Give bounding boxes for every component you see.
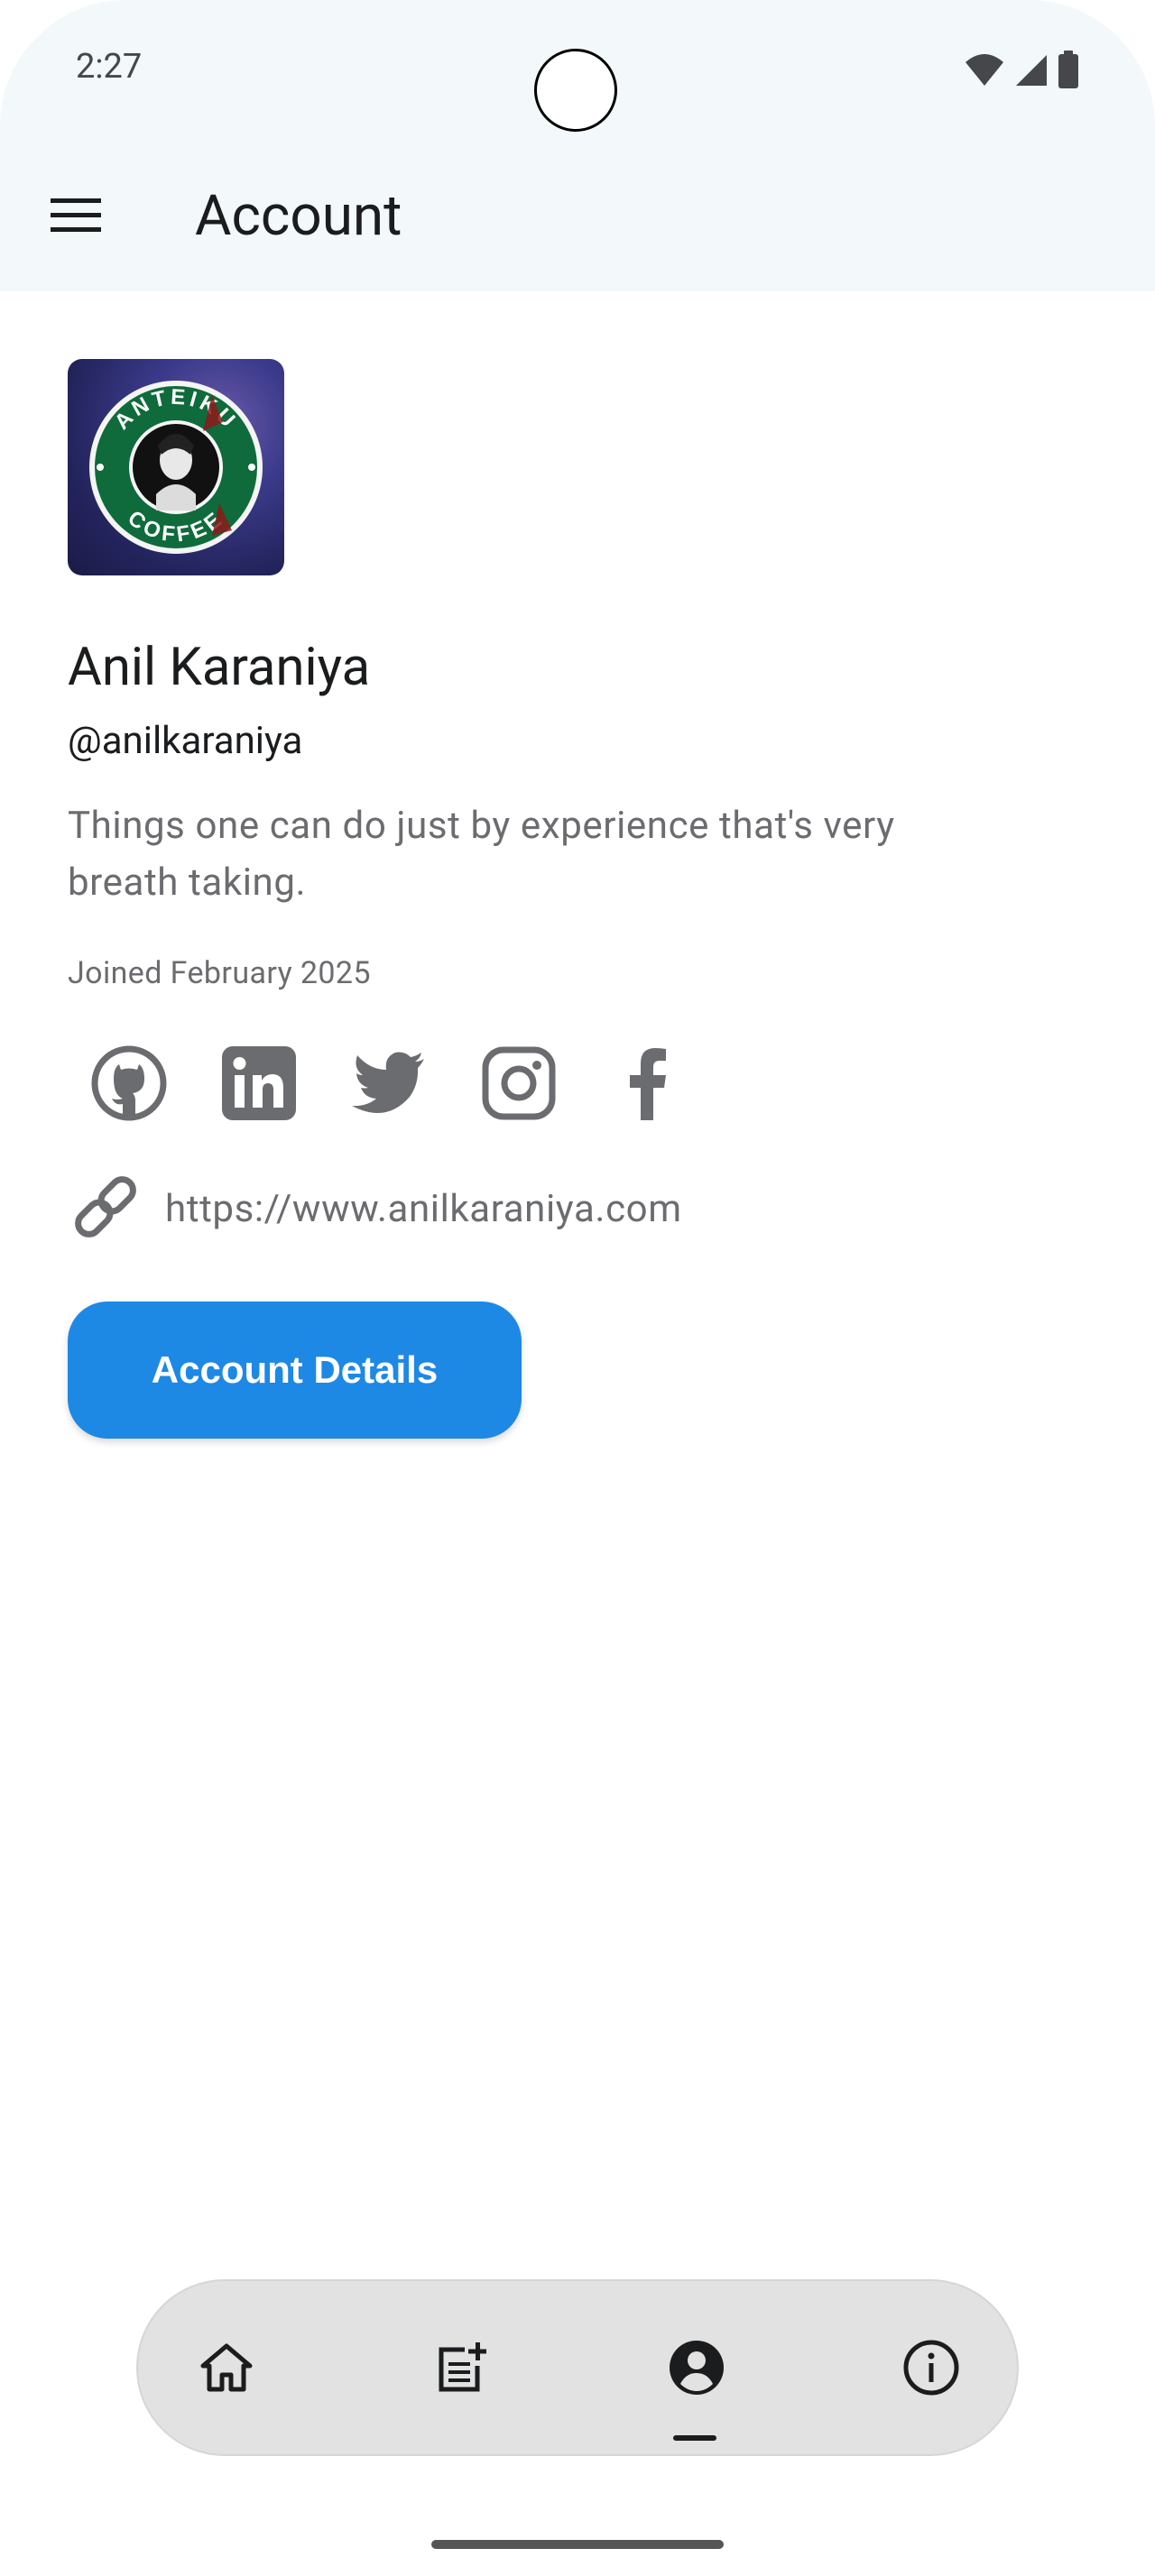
joined-date: Joined February 2025	[68, 955, 371, 991]
website-url: https://www.anilkaraniya.com	[165, 1186, 682, 1231]
gesture-home-bar[interactable]	[431, 2540, 724, 2549]
github-link[interactable]	[90, 1044, 168, 1126]
profile-bio: Things one can do just by experience tha…	[68, 804, 895, 905]
phone-screen: 2:27 Account ANTEI U COFFEE Anil Karaniy…	[0, 0, 1155, 2576]
top-app-area	[0, 0, 1155, 291]
github-icon	[90, 1044, 168, 1126]
instagram-icon	[480, 1044, 558, 1126]
instagram-link[interactable]	[480, 1046, 558, 1124]
twitter-link[interactable]	[350, 1046, 428, 1124]
nav-item-info[interactable]	[877, 2281, 985, 2458]
wifi-icon	[964, 51, 1005, 87]
profile-avatar[interactable]: ANTEIKU COFFEE	[68, 359, 284, 575]
info-icon	[902, 2339, 960, 2400]
selected-nav-indicator	[673, 2435, 716, 2441]
profile-handle: @anilkaraniya	[68, 719, 303, 763]
twitter-icon	[350, 1044, 428, 1126]
post-add-icon	[434, 2341, 488, 2398]
camera-cutout	[534, 49, 617, 132]
social-links	[90, 1044, 688, 1126]
linkedin-link[interactable]	[220, 1046, 298, 1124]
linkedin-icon	[220, 1044, 298, 1126]
hamburger-menu-icon	[51, 197, 101, 236]
nav-item-new-post[interactable]	[407, 2281, 515, 2458]
battery-icon	[1058, 51, 1079, 88]
profile-name: Anil Karaniya	[68, 637, 371, 698]
link-icon	[68, 1169, 143, 1248]
menu-button[interactable]	[36, 180, 116, 253]
bottom-navigation-bar	[136, 2279, 1019, 2456]
account-circle-icon	[668, 2339, 725, 2400]
home-icon	[199, 2341, 254, 2398]
website-link[interactable]: https://www.anilkaraniya.com	[68, 1169, 682, 1248]
account-details-button[interactable]: Account Details	[68, 1302, 522, 1439]
status-time: 2:27	[76, 47, 143, 87]
facebook-link[interactable]	[610, 1046, 688, 1124]
page-title: Account	[195, 183, 402, 249]
status-icons	[964, 51, 1079, 88]
nav-item-home[interactable]	[172, 2281, 281, 2458]
facebook-icon	[610, 1044, 688, 1126]
nav-item-account[interactable]	[642, 2281, 751, 2458]
cellular-signal-icon	[1014, 51, 1049, 87]
